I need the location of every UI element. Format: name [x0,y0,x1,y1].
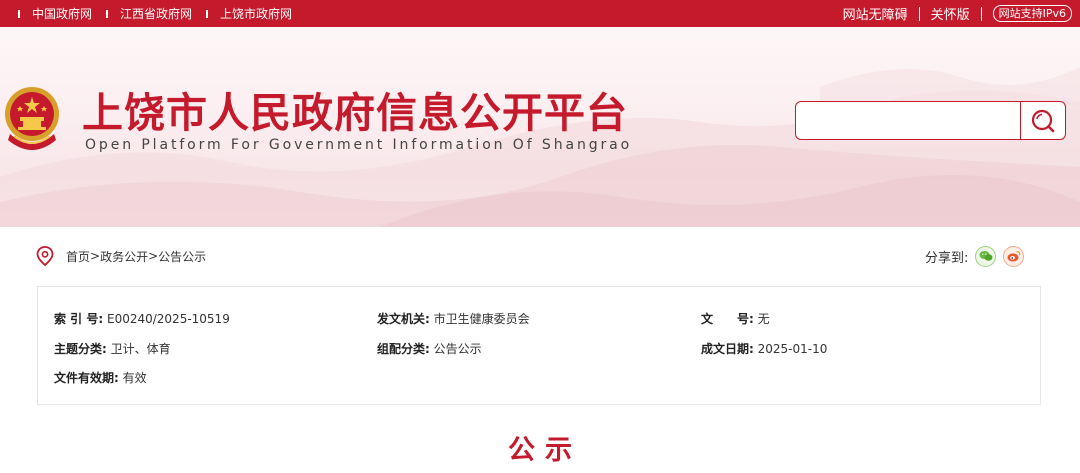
meta-topic-label: 主题分类: [54,342,107,356]
site-subtitle: Open Platform For Government Information… [85,137,633,153]
top-nav-bar: 中国政府网 江西省政府网 上饶市政府网 网站无障碍 关怀版 网站支持IPv6 [0,0,1080,27]
search-box [795,101,1066,140]
meta-issuer: 发文机关: 市卫生健康委员会 [377,310,530,327]
top-links: 中国政府网 江西省政府网 上饶市政府网 [18,0,306,27]
breadcrumb-separator: > [90,249,101,263]
meta-docno-value: 无 [757,312,770,326]
share-weibo-button[interactable] [1003,245,1025,267]
meta-validity: 文件有效期: 有效 [54,369,147,386]
meta-topic: 主题分类: 卫计、体育 [54,340,171,357]
ipv6-badge: 网站支持IPv6 [992,5,1072,22]
meta-date-label: 成文日期: [701,342,754,356]
share-bar: 分享到: [925,244,1025,268]
meta-category-value: 公告公示 [433,342,482,356]
meta-index: 索 引 号: E00240/2025-10519 [54,310,230,327]
search-button[interactable] [1020,102,1065,139]
weibo-icon [1007,250,1021,262]
bullet-bar [106,9,109,18]
meta-validity-value: 有效 [122,371,147,385]
elder-mode-link[interactable]: 关怀版 [931,4,970,23]
divider [980,6,982,21]
search-input[interactable] [796,102,1021,139]
bullet-bar [206,9,209,18]
bullet-bar [18,9,20,18]
meta-category: 组配分类: 公告公示 [377,340,482,357]
top-link-label: 江西省政府网 [120,7,193,21]
share-wechat-button[interactable] [975,245,997,267]
meta-index-value: E00240/2025-10519 [106,312,230,326]
breadcrumb-separator: > [148,249,159,263]
meta-date-value: 2025-01-10 [757,342,828,356]
header-banner: 上饶市人民政府信息公开平台 Open Platform For Governme… [0,27,1080,227]
document-title: 公示 [508,435,582,466]
breadcrumb: 首页 > 政务公开 > 公告公示 [36,245,206,267]
top-link-shangrao[interactable]: 上饶市政府网 [206,5,292,22]
meta-category-label: 组配分类: [377,342,430,356]
breadcrumb-open-affairs[interactable]: 政务公开 [100,248,148,265]
top-link-jiangxi[interactable]: 江西省政府网 [106,5,192,22]
breadcrumb-announcements[interactable]: 公告公示 [158,248,206,265]
divider [918,6,920,21]
site-title: 上饶市人民政府信息公开平台 [82,89,628,137]
meta-docno: 文 号: 无 [701,310,770,327]
top-tools: 网站无障碍 关怀版 网站支持IPv6 [843,0,1072,27]
national-emblem-icon [5,87,59,150]
top-link-gov-china[interactable]: 中国政府网 [18,5,92,22]
document-meta-box: 索 引 号: E00240/2025-10519 发文机关: 市卫生健康委员会 … [37,286,1041,405]
location-pin-icon [36,246,54,266]
wechat-icon [979,251,993,261]
meta-issuer-label: 发文机关: [377,312,430,326]
breadcrumb-home[interactable]: 首页 [66,248,90,265]
search-icon [1031,109,1055,132]
top-link-label: 中国政府网 [32,7,93,21]
meta-topic-value: 卫计、体育 [110,342,171,356]
meta-date: 成文日期: 2025-01-10 [701,340,827,357]
meta-issuer-value: 市卫生健康委员会 [433,312,530,326]
meta-validity-label: 文件有效期: [54,371,119,385]
top-link-label: 上饶市政府网 [220,7,293,21]
share-label: 分享到: [925,250,969,266]
meta-index-label: 索 引 号: [54,312,104,326]
meta-docno-label: 文 号: [701,312,754,326]
accessibility-link[interactable]: 网站无障碍 [843,4,908,23]
